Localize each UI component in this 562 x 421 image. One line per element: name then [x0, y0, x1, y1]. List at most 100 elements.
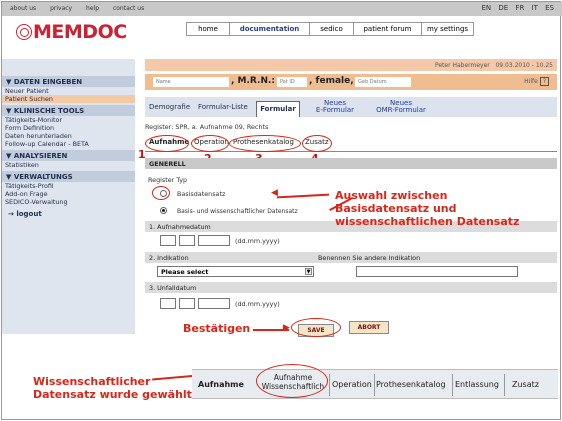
annotation-auswahl: Auswahl zwischen Basisdatensatz und wiss… [335, 189, 520, 228]
sidebar-item-form-definition[interactable]: Form Definition [2, 124, 135, 132]
abort-button[interactable]: ABORT [349, 321, 389, 334]
lang-fr[interactable]: FR [515, 4, 524, 12]
annotation-wissenschaftlich: Wissenschaftlicher Datensatz wurde gewäh… [33, 375, 192, 401]
highlight-oval-radio [152, 186, 170, 200]
triangle-down-icon: ▼ [6, 152, 14, 160]
highlight-oval-prothesenkatalog [229, 135, 301, 152]
top-nav: home documentation sedico patient forum … [186, 22, 474, 36]
patient-name-field: Name [153, 77, 229, 87]
sidebar-item-statistiken[interactable]: Statistiken [2, 161, 135, 169]
date-time: 09.03.2010 - 10.25 [495, 62, 553, 69]
unfall-day-input[interactable] [160, 298, 176, 309]
highlight-oval-aufnahme [145, 135, 189, 152]
patient-bar: Name , M.R.N.: Pat ID , female, Geb Datu… [145, 74, 557, 90]
dropdown-arrow-icon: ▼ [305, 268, 312, 275]
tab-separator [504, 374, 505, 396]
nav-my-settings[interactable]: my settings [422, 22, 474, 36]
nav-home[interactable]: home [186, 22, 230, 36]
triangle-down-icon: ▼ [6, 78, 14, 86]
lang-it[interactable]: IT [532, 4, 538, 12]
triangle-down-icon: ▼ [6, 173, 14, 181]
logo-text: MEMDOC [33, 21, 127, 43]
sidebar-section-verwaltungs: ▼ VERWALTUNGS [2, 171, 135, 182]
user-name: Peter Habermeyer [434, 62, 490, 69]
bottom-tab-zusatz[interactable]: Zusatz [512, 380, 539, 389]
aufnahme-date-format: (dd.mm.yyyy) [235, 237, 280, 245]
memdoc-logo[interactable]: MEMDOC [16, 21, 127, 43]
sidebar-item-taetigkeits-profil[interactable]: Tätigkeits-Profil [2, 182, 135, 190]
highlight-oval-operation [191, 135, 229, 152]
andere-indikation-label: Benennen Sie andere Indikation [318, 254, 421, 262]
language-switcher: EN DE FR IT ES [476, 4, 554, 12]
aufnahme-year-input[interactable] [198, 235, 230, 246]
highlight-oval-save [291, 318, 341, 337]
logo-mark-icon [16, 24, 32, 40]
tab-formular-liste[interactable]: Formular-Liste [198, 103, 248, 111]
sidebar-item-patient-suchen[interactable]: Patient Suchen [2, 95, 135, 103]
unfall-month-input[interactable] [179, 298, 195, 309]
logout-link[interactable]: → logout [2, 206, 135, 222]
help-icon: ? [539, 77, 549, 86]
screenshot-frame: about us privacy help contact us EN DE F… [1, 1, 562, 420]
tab-separator [329, 374, 330, 396]
nav-patient-forum[interactable]: patient forum [354, 22, 422, 36]
radio-wissenschaftlich[interactable] [160, 207, 167, 214]
sidebar-section-daten: ▼ DATEN EINGEBEN [2, 76, 135, 87]
top-links: about us privacy help contact us [10, 5, 156, 12]
section-generell: GENERELL [145, 158, 557, 169]
link-privacy[interactable]: privacy [50, 5, 72, 12]
link-about-us[interactable]: about us [10, 5, 36, 12]
lang-en[interactable]: EN [481, 4, 491, 12]
aufnahme-month-input[interactable] [179, 235, 195, 246]
indikation-label: 2. Indikation [149, 254, 189, 262]
sidebar-item-neuer-patient[interactable]: Neuer Patient [2, 87, 135, 95]
indikation-select[interactable]: Please select ▼ [157, 266, 314, 277]
triangle-down-icon: ▼ [6, 107, 14, 115]
register-typ-label: Register Typ [148, 176, 188, 184]
bottom-tab-entlassung[interactable]: Entlassung [455, 380, 499, 389]
radio-wissenschaftlich-label: Basis- und wissenschaftlicher Datensatz [177, 208, 298, 215]
highlight-oval-zusatz [302, 135, 332, 152]
bottom-tab-operation[interactable]: Operation [332, 380, 372, 389]
sidebar-item-add-on-frage[interactable]: Add-on Frage [2, 190, 135, 198]
nav-documentation[interactable]: documentation [230, 22, 310, 36]
mrn-label: , M.R.N.: [231, 76, 275, 86]
birth-date-field: Geb Datum [355, 77, 411, 87]
arrowhead-right-icon: ▶ [283, 323, 290, 333]
annotation-bestaetigen: Bestätigen [183, 322, 251, 335]
sidebar-section-klinische-tools: ▼ KLINISCHE TOOLS [2, 105, 135, 116]
tab-demografie[interactable]: Demografie [149, 103, 190, 111]
andere-indikation-input[interactable] [356, 266, 518, 277]
bottom-tab-prothesenkatalog[interactable]: Prothesenkatalog [376, 380, 446, 389]
register-line: Register: SPR, a. Aufnahme 09, Rechts [145, 123, 269, 131]
patient-id-field: Pat ID [277, 77, 307, 87]
section-indikation: 2. Indikation Benennen Sie andere Indika… [145, 252, 557, 263]
nav-sedico[interactable]: sedico [310, 22, 354, 36]
arrowhead-left-icon: ◀ [271, 188, 278, 198]
bottom-tab-strip: Aufnahme Aufnahme Wissenschaftlich Operat… [192, 369, 558, 399]
tab-neues-e-formular[interactable]: Neues E-Formular [313, 100, 357, 114]
help-link[interactable]: Hilfe? [524, 77, 549, 86]
aufnahme-day-input[interactable] [160, 235, 176, 246]
sidebar-item-follow-up-calendar[interactable]: Follow-up Calendar - BETA [2, 140, 135, 148]
radio-basisdatensatz-label: Basisdatensatz [177, 190, 226, 198]
sidebar-item-sedico-verwaltung[interactable]: SEDICO-Verwaltung [2, 198, 135, 206]
tab-separator [374, 374, 375, 396]
user-info: Peter Habermeyer 09.03.2010 - 10.25 [435, 62, 553, 69]
sidebar-item-daten-herunterladen[interactable]: Daten herunterladen [2, 132, 135, 140]
link-help[interactable]: help [86, 5, 99, 12]
unfall-date-format: (dd.mm.yyyy) [235, 300, 280, 308]
link-contact-us[interactable]: contact us [113, 5, 144, 12]
top-link-bar: about us privacy help contact us EN DE F… [2, 2, 562, 16]
bottom-tab-aufnahme[interactable]: Aufnahme [198, 380, 244, 389]
section-unfalldatum: 3. Unfalldatum [145, 282, 557, 293]
sidebar-item-taetigkeits-monitor[interactable]: Tätigkeits-Monitor [2, 116, 135, 124]
lang-de[interactable]: DE [498, 4, 508, 12]
gender-label: , female, [309, 76, 354, 86]
lang-es[interactable]: ES [545, 4, 554, 12]
tab-neues-omr-formular[interactable]: Neues OMR-Formular [371, 100, 431, 114]
annotation-arrow-line-1 [276, 193, 330, 198]
form-tabs: Demografie Formular-Liste Formular Neues… [145, 97, 557, 117]
tab-formular[interactable]: Formular [256, 101, 300, 117]
unfall-year-input[interactable] [198, 298, 230, 309]
